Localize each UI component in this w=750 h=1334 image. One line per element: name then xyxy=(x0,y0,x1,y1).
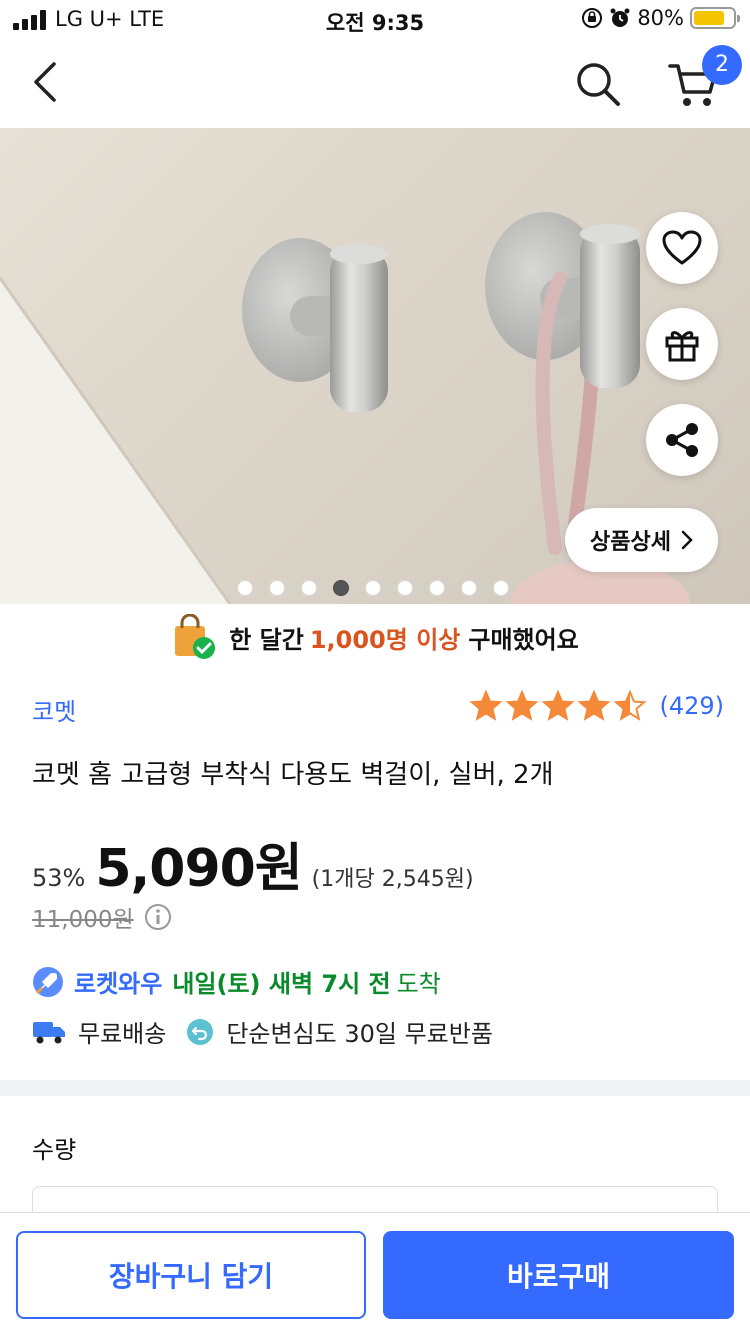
star-icon xyxy=(541,690,575,721)
free-shipping-label: 무료배송 xyxy=(78,1020,167,1048)
carousel-dot[interactable] xyxy=(461,580,477,596)
wishlist-button[interactable] xyxy=(646,212,718,284)
carousel-dot[interactable] xyxy=(397,580,413,596)
purchase-count-banner: 한 달간 1,000명 이상 구매했어요 xyxy=(0,604,750,670)
battery-icon xyxy=(690,7,740,29)
review-count: (429) xyxy=(659,692,724,720)
truck-icon xyxy=(33,1021,65,1043)
bottom-action-bar: 장바구니 담기 바로구매 xyxy=(0,1212,750,1334)
unit-price: (1개당 2,545원) xyxy=(311,867,474,892)
brand-link[interactable]: 코멧 xyxy=(32,692,76,727)
carousel-dot[interactable] xyxy=(269,580,285,596)
shipping-info: 무료배송 단순변심도 30일 무료반품 xyxy=(32,1014,493,1049)
rating-summary[interactable]: (429) xyxy=(469,690,724,722)
product-image-carousel[interactable]: 상품상세 xyxy=(0,128,750,604)
search-icon[interactable] xyxy=(574,60,622,108)
gift-icon xyxy=(665,331,699,362)
back-arrow-icon[interactable] xyxy=(24,60,68,104)
carousel-dot[interactable] xyxy=(237,580,253,596)
original-price-row: 11,000원 xyxy=(32,900,172,934)
carousel-dot[interactable] xyxy=(365,580,381,596)
chevron-right-icon xyxy=(681,530,693,550)
rotation-lock-icon xyxy=(582,8,603,28)
price-row: 53% 5,090원 (1개당 2,545원) xyxy=(32,826,474,901)
shopping-bag-icon xyxy=(175,614,216,659)
star-icon xyxy=(469,690,503,721)
carousel-dots xyxy=(237,580,509,596)
delivery-info: 로켓와우 내일(토) 새벽 7시 전 도착 xyxy=(32,964,441,999)
banner-suffix: 구매했어요 xyxy=(468,625,579,654)
buy-now-button[interactable]: 바로구매 xyxy=(383,1231,734,1319)
quantity-label: 수량 xyxy=(32,1136,77,1164)
share-icon xyxy=(666,423,698,457)
status-bar: LG U+ LTE 오전 9:35 80% xyxy=(0,0,750,40)
original-price: 11,000원 xyxy=(32,907,134,933)
arrival-suffix: 도착 xyxy=(396,970,441,998)
carousel-dot[interactable] xyxy=(493,580,509,596)
star-rating xyxy=(469,690,647,722)
heart-icon xyxy=(662,230,702,265)
sale-price: 5,090원 xyxy=(95,839,302,899)
carousel-dot[interactable] xyxy=(333,580,349,596)
star-icon xyxy=(577,690,611,721)
alarm-icon xyxy=(610,8,630,27)
rocket-icon xyxy=(33,966,63,997)
share-button[interactable] xyxy=(646,404,718,476)
carousel-dot[interactable] xyxy=(301,580,317,596)
top-nav xyxy=(0,40,750,128)
product-detail-label: 상품상세 xyxy=(590,530,671,555)
info-icon[interactable] xyxy=(144,903,172,931)
cart-count-badge: 2 xyxy=(702,45,742,85)
return-policy-label: 단순변심도 30일 무료반품 xyxy=(226,1020,493,1048)
discount-rate: 53% xyxy=(32,864,86,892)
arrival-time: 내일(토) 새벽 7시 전 xyxy=(172,970,391,998)
return-icon xyxy=(187,1018,214,1045)
rocket-wow-badge: 로켓와우 xyxy=(74,970,163,998)
product-title: 코멧 홈 고급형 부착식 다용도 벽걸이, 실버, 2개 xyxy=(32,760,554,790)
carousel-dot[interactable] xyxy=(429,580,445,596)
star-icon xyxy=(613,690,647,721)
add-to-cart-button[interactable]: 장바구니 담기 xyxy=(16,1231,366,1319)
section-divider xyxy=(0,1080,750,1096)
banner-prefix: 한 달간 xyxy=(229,625,304,654)
battery-percent: 80% xyxy=(637,6,684,30)
star-icon xyxy=(505,690,539,721)
product-detail-button[interactable]: 상품상세 xyxy=(565,508,718,572)
banner-highlight: 1,000명 이상 xyxy=(309,625,461,654)
gift-button[interactable] xyxy=(646,308,718,380)
